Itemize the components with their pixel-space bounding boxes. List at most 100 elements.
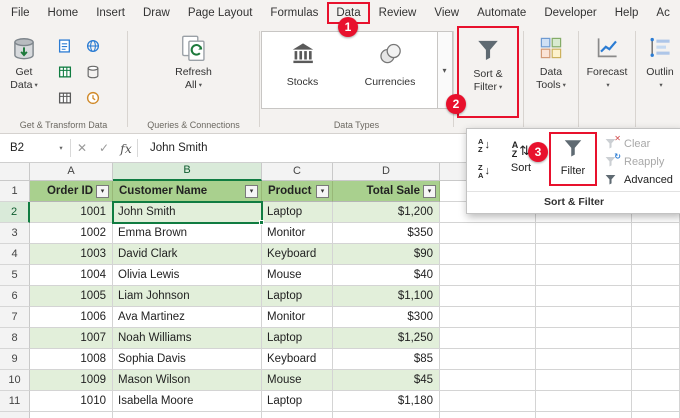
cell-C3[interactable]: Monitor bbox=[262, 223, 333, 244]
cell-B5[interactable]: Olivia Lewis bbox=[113, 265, 262, 286]
cell-F5[interactable] bbox=[536, 265, 632, 286]
cell-E12[interactable] bbox=[440, 412, 536, 418]
filter-button[interactable]: Filter bbox=[550, 133, 596, 185]
cell-F3[interactable] bbox=[536, 223, 632, 244]
filter-dropdown-order-id[interactable]: ▾ bbox=[96, 184, 109, 198]
sort-az-button[interactable]: AZ ↓ bbox=[472, 134, 496, 157]
row-header-1[interactable]: 1 bbox=[0, 181, 30, 202]
cell-C11[interactable]: Laptop bbox=[262, 391, 333, 412]
row-header-10[interactable]: 10 bbox=[0, 370, 30, 391]
cell-G4[interactable] bbox=[632, 244, 680, 265]
cancel-icon[interactable]: ✕ bbox=[71, 141, 93, 155]
cell-D10[interactable]: $45 bbox=[333, 370, 440, 391]
row-header-5[interactable]: 5 bbox=[0, 265, 30, 286]
cell-E7[interactable] bbox=[440, 307, 536, 328]
cell-D1[interactable]: Total Sale ▾ bbox=[333, 181, 440, 202]
cell-B10[interactable]: Mason Wilson bbox=[113, 370, 262, 391]
cell-F12[interactable] bbox=[536, 412, 632, 418]
cell-D7[interactable]: $300 bbox=[333, 307, 440, 328]
name-box-chevron-icon[interactable]: ▾ bbox=[52, 144, 70, 152]
cell-F6[interactable] bbox=[536, 286, 632, 307]
cell-B2[interactable]: John Smith bbox=[113, 202, 262, 223]
data-source-icon[interactable] bbox=[54, 87, 76, 109]
tab-home[interactable]: Home bbox=[39, 2, 88, 24]
row-header-3[interactable]: 3 bbox=[0, 223, 30, 244]
cell-B6[interactable]: Liam Johnson bbox=[113, 286, 262, 307]
cell-E9[interactable] bbox=[440, 349, 536, 370]
tab-formulas[interactable]: Formulas bbox=[261, 2, 327, 24]
data-tools-button[interactable]: Data Tools ▾ bbox=[524, 26, 578, 133]
cell-A3[interactable]: 1002 bbox=[30, 223, 113, 244]
cell-A8[interactable]: 1007 bbox=[30, 328, 113, 349]
tab-insert[interactable]: Insert bbox=[87, 2, 134, 24]
col-header-A[interactable]: A bbox=[30, 163, 113, 181]
col-header-B[interactable]: B bbox=[113, 163, 262, 181]
cell-F8[interactable] bbox=[536, 328, 632, 349]
row-header-2[interactable]: 2 bbox=[0, 202, 30, 223]
cell-C7[interactable]: Monitor bbox=[262, 307, 333, 328]
cell-C8[interactable]: Laptop bbox=[262, 328, 333, 349]
cell-G10[interactable] bbox=[632, 370, 680, 391]
cell-C2[interactable]: Laptop bbox=[262, 202, 333, 223]
tab-file[interactable]: File bbox=[2, 2, 39, 24]
get-data-button[interactable]: Get Data ▾ bbox=[0, 26, 48, 133]
cell-A12[interactable] bbox=[30, 412, 113, 418]
cell-D4[interactable]: $90 bbox=[333, 244, 440, 265]
formula-input[interactable]: John Smith bbox=[138, 142, 208, 154]
cell-D11[interactable]: $1,180 bbox=[333, 391, 440, 412]
cell-G5[interactable] bbox=[632, 265, 680, 286]
cell-A5[interactable]: 1004 bbox=[30, 265, 113, 286]
tab-draw[interactable]: Draw bbox=[134, 2, 179, 24]
cell-C4[interactable]: Keyboard bbox=[262, 244, 333, 265]
clear-filter-item[interactable]: ✕ Clear bbox=[604, 134, 673, 153]
cell-G7[interactable] bbox=[632, 307, 680, 328]
cell-D8[interactable]: $1,250 bbox=[333, 328, 440, 349]
cell-A4[interactable]: 1003 bbox=[30, 244, 113, 265]
from-table-range-icon[interactable] bbox=[54, 61, 76, 83]
cell-C10[interactable]: Mouse bbox=[262, 370, 333, 391]
name-box[interactable]: B2 bbox=[0, 142, 52, 154]
cell-E10[interactable] bbox=[440, 370, 536, 391]
cell-E6[interactable] bbox=[440, 286, 536, 307]
cell-C6[interactable]: Laptop bbox=[262, 286, 333, 307]
cell-G8[interactable] bbox=[632, 328, 680, 349]
insert-function-icon[interactable]: fx bbox=[115, 141, 137, 156]
tab-help[interactable]: Help bbox=[606, 2, 648, 24]
cell-F11[interactable] bbox=[536, 391, 632, 412]
advanced-item[interactable]: Advanced bbox=[604, 171, 673, 189]
cell-B3[interactable]: Emma Brown bbox=[113, 223, 262, 244]
col-header-C[interactable]: C bbox=[262, 163, 333, 181]
cell-B7[interactable]: Ava Martinez bbox=[113, 307, 262, 328]
cell-G6[interactable] bbox=[632, 286, 680, 307]
row-header-8[interactable]: 8 bbox=[0, 328, 30, 349]
row-header-11[interactable]: 11 bbox=[0, 391, 30, 412]
cell-D9[interactable]: $85 bbox=[333, 349, 440, 370]
cell-B12[interactable] bbox=[113, 412, 262, 418]
stocks-data-type[interactable]: Stocks bbox=[262, 32, 344, 108]
cell-B9[interactable]: Sophia Davis bbox=[113, 349, 262, 370]
tab-acrobat-truncated[interactable]: Ac bbox=[647, 2, 678, 24]
cell-A2[interactable]: 1001 bbox=[30, 202, 113, 223]
cell-C9[interactable]: Keyboard bbox=[262, 349, 333, 370]
cell-D2[interactable]: $1,200 bbox=[333, 202, 440, 223]
cell-E8[interactable] bbox=[440, 328, 536, 349]
tab-page-layout[interactable]: Page Layout bbox=[179, 2, 262, 24]
cell-D6[interactable]: $1,100 bbox=[333, 286, 440, 307]
filter-dropdown-total-sale[interactable]: ▾ bbox=[423, 184, 436, 198]
reapply-item[interactable]: ↻ Reapply bbox=[604, 152, 673, 171]
cell-E11[interactable] bbox=[440, 391, 536, 412]
cell-G3[interactable] bbox=[632, 223, 680, 244]
cell-D5[interactable]: $40 bbox=[333, 265, 440, 286]
row-header-9[interactable]: 9 bbox=[0, 349, 30, 370]
cell-D3[interactable]: $350 bbox=[333, 223, 440, 244]
cell-C1[interactable]: Product ▾ bbox=[262, 181, 333, 202]
select-all-corner[interactable] bbox=[0, 163, 30, 181]
tab-review[interactable]: Review bbox=[370, 2, 426, 24]
cell-B8[interactable]: Noah Williams bbox=[113, 328, 262, 349]
from-text-csv-icon[interactable] bbox=[54, 35, 76, 57]
currencies-data-type[interactable]: Currencies bbox=[344, 32, 437, 108]
cell-A6[interactable]: 1005 bbox=[30, 286, 113, 307]
cell-E4[interactable] bbox=[440, 244, 536, 265]
from-web-icon[interactable] bbox=[82, 35, 104, 57]
cell-D12[interactable] bbox=[333, 412, 440, 418]
